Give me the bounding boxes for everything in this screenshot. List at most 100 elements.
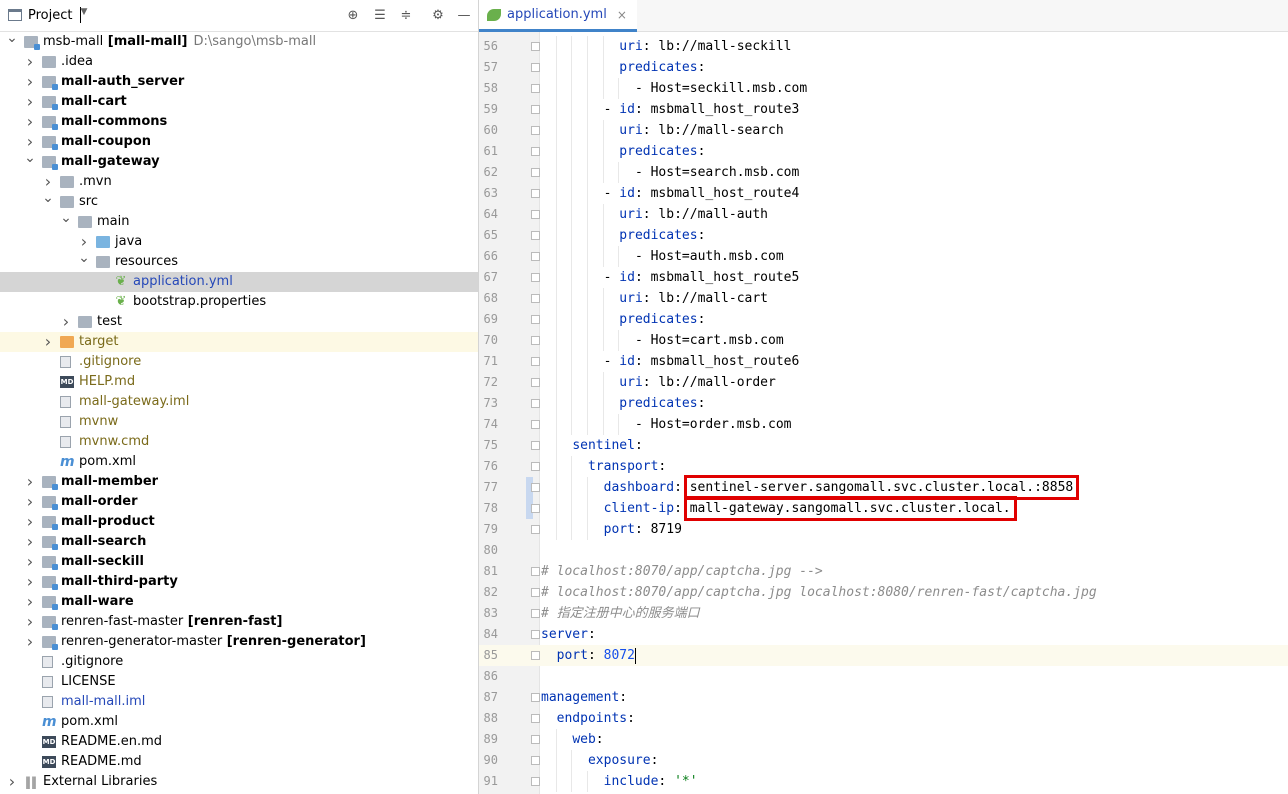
gear-icon[interactable]: ⚙ [430, 8, 446, 24]
code-line[interactable]: 79 port: 8719 [479, 519, 1288, 540]
code-line[interactable]: 81 # localhost:8070/app/captcha.jpg --> [479, 561, 1288, 582]
code-line[interactable]: 61 predicates: [479, 141, 1288, 162]
tree-item-mall-search[interactable]: › mall-search [0, 532, 478, 552]
fold-marker-icon[interactable] [531, 693, 540, 702]
chevron-right-icon[interactable]: › [24, 552, 36, 572]
chevron-right-icon[interactable]: › [24, 512, 36, 532]
tree-item-target[interactable]: › target [0, 332, 478, 352]
fold-marker-icon[interactable] [531, 273, 540, 282]
chevron-right-icon[interactable]: › [24, 72, 36, 92]
code-line[interactable]: 72 uri: lb://mall-order [479, 372, 1288, 393]
tree-item-mvn[interactable]: › .mvn [0, 172, 478, 192]
fold-marker-icon[interactable] [531, 210, 540, 219]
code-line[interactable]: 83 # 指定注册中心的服务端口 [479, 603, 1288, 624]
code-line[interactable]: 74 - Host=order.msb.com [479, 414, 1288, 435]
collapse-all-icon[interactable]: ≑ [398, 8, 414, 24]
tree-item-license[interactable]: LICENSE [0, 672, 478, 692]
code-line[interactable]: 60 uri: lb://mall-search [479, 120, 1288, 141]
tree-item-test[interactable]: › test [0, 312, 478, 332]
fold-marker-icon[interactable] [531, 315, 540, 324]
chevron-down-icon[interactable]: ⌄ [42, 188, 54, 208]
code-line[interactable]: 71 - id: msbmall_host_route6 [479, 351, 1288, 372]
fold-marker-icon[interactable] [531, 420, 540, 429]
tree-item-gitignore[interactable]: .gitignore [0, 352, 478, 372]
tree-item-mall-member[interactable]: › mall-member [0, 472, 478, 492]
fold-marker-icon[interactable] [531, 336, 540, 345]
code-line[interactable]: 80 [479, 540, 1288, 561]
code-line[interactable]: 91 include: '*' [479, 771, 1288, 792]
code-line[interactable]: 70 - Host=cart.msb.com [479, 330, 1288, 351]
tree-item-readme-md[interactable]: MD README.md [0, 752, 478, 772]
chevron-down-icon[interactable]: ⌄ [6, 28, 18, 48]
fold-marker-icon[interactable] [531, 42, 540, 51]
chevron-down-icon[interactable]: ⌄ [78, 248, 90, 268]
fold-marker-icon[interactable] [531, 231, 540, 240]
code-line[interactable]: 77 dashboard: sentinel-server.sangomall.s… [479, 475, 1288, 500]
tree-item-mall-seckill[interactable]: › mall-seckill [0, 552, 478, 572]
fold-marker-icon[interactable] [531, 189, 540, 198]
tree-item-java[interactable]: › java [0, 232, 478, 252]
code-line[interactable]: 59 - id: msbmall_host_route3 [479, 99, 1288, 120]
fold-marker-icon[interactable] [531, 126, 540, 135]
tree-item-msb-mall[interactable]: ⌄ msb-mall [mall-mall] D:\sango\msb-mall [0, 30, 478, 52]
chevron-right-icon[interactable]: › [24, 472, 36, 492]
code-line[interactable]: 57 predicates: [479, 57, 1288, 78]
hide-panel-icon[interactable]: — [456, 8, 472, 24]
fold-marker-icon[interactable] [531, 252, 540, 261]
code-line[interactable]: 84 server: [479, 624, 1288, 645]
tree-item-mvnw-cmd[interactable]: mvnw.cmd [0, 432, 478, 452]
locate-icon[interactable]: ⊕ [345, 8, 361, 24]
code-line[interactable]: 88 endpoints: [479, 708, 1288, 729]
project-view-selector[interactable]: Project ▼ [8, 7, 87, 23]
tree-item-mall-coupon[interactable]: › mall-coupon [0, 132, 478, 152]
tree-item-resources[interactable]: ⌄ resources [0, 250, 478, 272]
tree-item-main[interactable]: ⌄ main [0, 210, 478, 232]
tree-item-mall-cart[interactable]: › mall-cart [0, 92, 478, 112]
fold-marker-icon[interactable] [531, 399, 540, 408]
chevron-down-icon[interactable]: ⌄ [60, 208, 72, 228]
tree-item-mall-product[interactable]: › mall-product [0, 512, 478, 532]
tree-item-mall-ware[interactable]: › mall-ware [0, 592, 478, 612]
expand-all-icon[interactable]: ☰ [372, 8, 388, 24]
fold-marker-icon[interactable] [531, 462, 540, 471]
fold-marker-icon[interactable] [531, 651, 540, 660]
chevron-right-icon[interactable]: › [24, 492, 36, 512]
tree-item-mall-gateway[interactable]: ⌄ mall-gateway [0, 150, 478, 172]
code-line[interactable]: 66 - Host=auth.msb.com [479, 246, 1288, 267]
tree-item-mvnw[interactable]: mvnw [0, 412, 478, 432]
code-line[interactable]: 68 uri: lb://mall-cart [479, 288, 1288, 309]
chevron-right-icon[interactable]: › [24, 112, 36, 132]
fold-marker-icon[interactable] [531, 756, 540, 765]
fold-marker-icon[interactable] [531, 357, 540, 366]
fold-marker-icon[interactable] [531, 714, 540, 723]
tree-item-mall-mall-iml[interactable]: mall-mall.iml [0, 692, 478, 712]
code-line[interactable]: 85 port: 8072 [479, 645, 1288, 666]
code-line[interactable]: 56 uri: lb://mall-seckill [479, 36, 1288, 57]
chevron-right-icon[interactable]: › [60, 312, 72, 332]
close-icon[interactable]: × [617, 8, 627, 22]
tree-item-pom-xml[interactable]: m pom.xml [0, 712, 478, 732]
tree-item-renren-fast-master[interactable]: › renren-fast-master [renren-fast] [0, 612, 478, 632]
code-line[interactable]: 78 client-ip: mall-gateway.sangomall.svc.… [479, 496, 1288, 521]
fold-marker-icon[interactable] [531, 483, 540, 492]
tree-item-mall-third-party[interactable]: › mall-third-party [0, 572, 478, 592]
chevron-right-icon[interactable]: › [24, 572, 36, 592]
fold-marker-icon[interactable] [531, 630, 540, 639]
code-line[interactable]: 69 predicates: [479, 309, 1288, 330]
chevron-right-icon[interactable]: › [42, 332, 54, 352]
fold-marker-icon[interactable] [531, 105, 540, 114]
tree-item-mall-gateway-iml[interactable]: mall-gateway.iml [0, 392, 478, 412]
tree-item-gitignore[interactable]: .gitignore [0, 652, 478, 672]
tree-item-external-libraries[interactable]: › ‖‖ External Libraries [0, 772, 478, 792]
tree-item-mall-auth-server[interactable]: › mall-auth_server [0, 72, 478, 92]
tree-item-pom-xml[interactable]: m pom.xml [0, 452, 478, 472]
tree-item-readme-en-md[interactable]: MD README.en.md [0, 732, 478, 752]
chevron-down-icon[interactable]: ⌄ [24, 148, 36, 168]
chevron-right-icon[interactable]: › [6, 772, 18, 792]
code-line[interactable]: 82 # localhost:8070/app/captcha.jpg local… [479, 582, 1288, 603]
code-line[interactable]: 64 uri: lb://mall-auth [479, 204, 1288, 225]
code-line[interactable]: 87 management: [479, 687, 1288, 708]
code-line[interactable]: 67 - id: msbmall_host_route5 [479, 267, 1288, 288]
code-line[interactable]: 89 web: [479, 729, 1288, 750]
chevron-right-icon[interactable]: › [24, 632, 36, 652]
